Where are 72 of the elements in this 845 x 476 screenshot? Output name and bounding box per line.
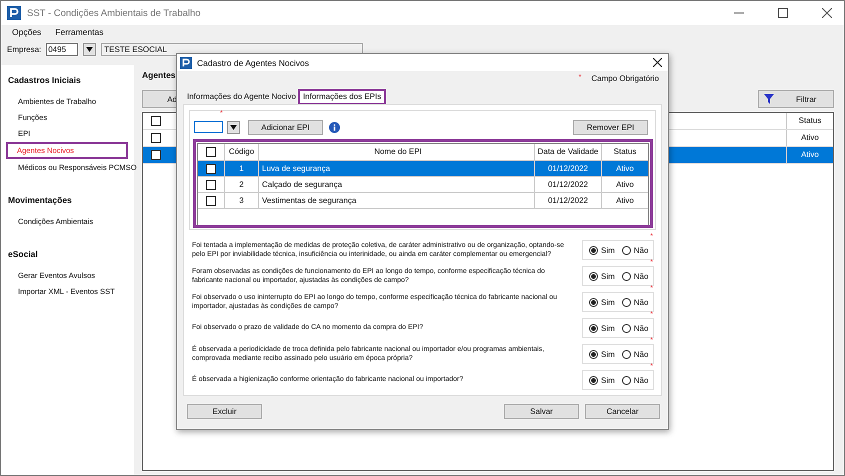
dialog-title: Cadastro de Agentes Nocivos (197, 58, 309, 68)
table-cell: Luva de segurança (259, 161, 535, 176)
radio-option[interactable]: Não (622, 272, 648, 280)
caret-icon (230, 124, 237, 130)
table-cell: 01/12/2022 (535, 177, 602, 192)
menu-item[interactable]: Opções (12, 27, 42, 37)
required-legend: Campo Obrigatório (591, 74, 659, 86)
page-heading: Agentes (142, 70, 176, 82)
cancel-button[interactable]: Cancelar (585, 404, 660, 419)
radio-option[interactable]: Sim (589, 376, 615, 384)
tab[interactable]: Informações do Agente Nocivo (185, 90, 298, 104)
section-heading: Cadastros Iniciais (7, 74, 82, 87)
column-header: Data de Validade (535, 144, 602, 160)
column-header: Status (612, 146, 638, 158)
app-logo-icon (180, 56, 192, 68)
column-header: Status (786, 113, 833, 129)
table-cell: Vestimentas de segurança (259, 193, 535, 208)
section-heading: Movimentações (7, 194, 73, 207)
column-header: Código (225, 144, 259, 160)
window-title: SST - Condições Ambientais de Trabalho (27, 8, 201, 18)
table-row[interactable]: 1 Luva de segurança 01/12/2022 Ativo (198, 161, 648, 177)
column-header: Nome do EPI (259, 144, 535, 160)
table-cell: 1 (225, 161, 259, 176)
menu-item[interactable]: Ferramentas (55, 27, 104, 37)
table-row[interactable]: 2 Calçado de segurança 01/12/2022 Ativo (198, 177, 648, 193)
checkbox[interactable] (206, 196, 216, 206)
delete-button[interactable]: Excluir (187, 404, 262, 419)
radio-option[interactable]: Sim (589, 324, 615, 332)
app-logo-icon (7, 6, 21, 20)
maximize-icon[interactable] (778, 8, 788, 18)
filter-icon (764, 94, 774, 104)
table-cell: Ativo (786, 147, 833, 163)
checkbox[interactable] (151, 116, 161, 126)
table-row[interactable]: 3 Vestimentas de segurança 01/12/2022 Ativo (198, 193, 648, 209)
remove-button[interactable]: Remover EPI (573, 120, 648, 134)
table-cell: 3 (225, 193, 259, 208)
radio-option[interactable]: Sim (589, 272, 615, 280)
checkbox[interactable] (206, 147, 216, 157)
company-code-field[interactable]: 0495 (46, 42, 78, 56)
section-heading: eSocial (7, 248, 39, 261)
radio-option[interactable]: Não (622, 246, 648, 254)
info-icon[interactable] (329, 122, 340, 132)
radio-option[interactable]: Sim (589, 246, 615, 254)
table-cell: 01/12/2022 (535, 161, 602, 176)
checkbox[interactable] (151, 150, 161, 160)
table-cell-text: Ativo (615, 179, 635, 191)
table-cell-text: Ativo (615, 163, 635, 175)
caret-icon (86, 46, 94, 52)
company-label: Empresa: (7, 44, 42, 54)
checkbox[interactable] (151, 133, 161, 143)
table-cell: 01/12/2022 (535, 193, 602, 208)
close-icon[interactable] (822, 8, 832, 18)
add-button[interactable]: Adicionar EPI (248, 120, 323, 134)
tab[interactable]: Informações dos EPIs (298, 90, 386, 104)
save-button[interactable]: Salvar (504, 404, 579, 419)
table-cell: Calçado de segurança (259, 177, 535, 192)
radio-option[interactable]: Sim (589, 350, 615, 358)
table-cell-text: Ativo (615, 195, 635, 207)
dropdown-button[interactable] (83, 42, 96, 56)
table-cell: 2 (225, 177, 259, 192)
table-cell: Ativo (786, 130, 833, 146)
close-icon[interactable] (653, 58, 662, 67)
radio-option[interactable]: Não (622, 376, 648, 384)
dropdown-button[interactable] (227, 120, 240, 134)
radio-option[interactable]: Não (622, 350, 648, 358)
input-field[interactable] (194, 121, 223, 133)
radio-option[interactable]: Não (622, 298, 648, 306)
checkbox[interactable] (206, 164, 216, 174)
checkbox[interactable] (206, 180, 216, 190)
radio-option[interactable]: Sim (589, 298, 615, 306)
radio-option[interactable]: Não (622, 324, 648, 332)
filter-button[interactable]: Filtrar (758, 90, 834, 108)
